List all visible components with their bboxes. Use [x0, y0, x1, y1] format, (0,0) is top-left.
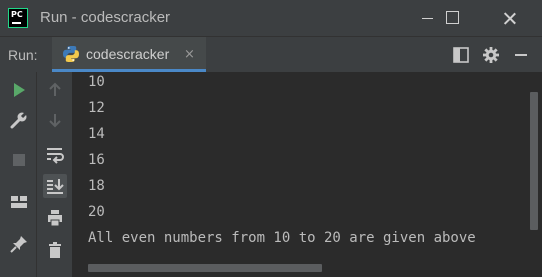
run-label: Run: [8, 47, 38, 63]
scroll-to-end-icon [47, 179, 64, 194]
run-toolbar [0, 72, 37, 277]
up-arrow-icon [49, 82, 61, 96]
scroll-to-end-button[interactable] [43, 174, 67, 198]
clear-all-button[interactable] [43, 238, 67, 262]
console-line: All even numbers from 10 to 20 are given… [88, 230, 476, 246]
console-line: 12 [88, 100, 105, 116]
next-occurrence-button[interactable] [43, 108, 67, 132]
soft-wrap-button[interactable] [43, 142, 67, 166]
rerun-button[interactable] [7, 78, 31, 102]
soft-wrap-icon [47, 148, 64, 164]
pycharm-logo-icon: PC [8, 8, 28, 28]
vertical-scrollbar[interactable] [530, 92, 538, 230]
stop-button[interactable] [7, 148, 31, 172]
logo-text: PC [11, 10, 23, 19]
console-toolbar [37, 72, 73, 277]
console-line: 10 [88, 74, 105, 90]
maximize-button[interactable] [430, 0, 476, 36]
previous-occurrence-button[interactable] [43, 78, 67, 102]
console-line: 14 [88, 126, 105, 142]
console-line: 16 [88, 152, 105, 168]
layout-icon [11, 196, 27, 208]
run-toolwindow-header: Run: codescracker × [0, 36, 542, 72]
trash-icon [49, 242, 61, 258]
stop-icon [13, 154, 25, 166]
down-arrow-icon [49, 114, 61, 128]
console-line: 18 [88, 178, 105, 194]
hide-icon[interactable] [512, 46, 530, 64]
python-icon [63, 46, 79, 62]
pin-tab-button[interactable] [7, 232, 31, 256]
restore-layout-button[interactable] [7, 190, 31, 214]
wrench-icon [10, 110, 29, 129]
close-window-button[interactable] [486, 0, 532, 36]
window-title: Run - codescracker [40, 9, 171, 26]
pin-icon [10, 236, 27, 253]
settings-icon[interactable] [482, 46, 500, 64]
console-line: 20 [88, 204, 105, 220]
tab-codescracker[interactable]: codescracker × [52, 37, 206, 72]
print-button[interactable] [43, 206, 67, 230]
rerun-icon [14, 83, 25, 97]
print-icon [48, 210, 62, 227]
tab-close-icon[interactable]: × [184, 47, 195, 62]
layout-icon[interactable] [452, 46, 470, 64]
console-output[interactable]: 10 12 14 16 18 20 All even numbers from … [74, 72, 526, 262]
title-bar: PC Run - codescracker [0, 0, 542, 36]
tab-label: codescracker [86, 46, 170, 62]
horizontal-scrollbar[interactable] [88, 264, 322, 272]
edit-configuration-button[interactable] [7, 108, 31, 132]
